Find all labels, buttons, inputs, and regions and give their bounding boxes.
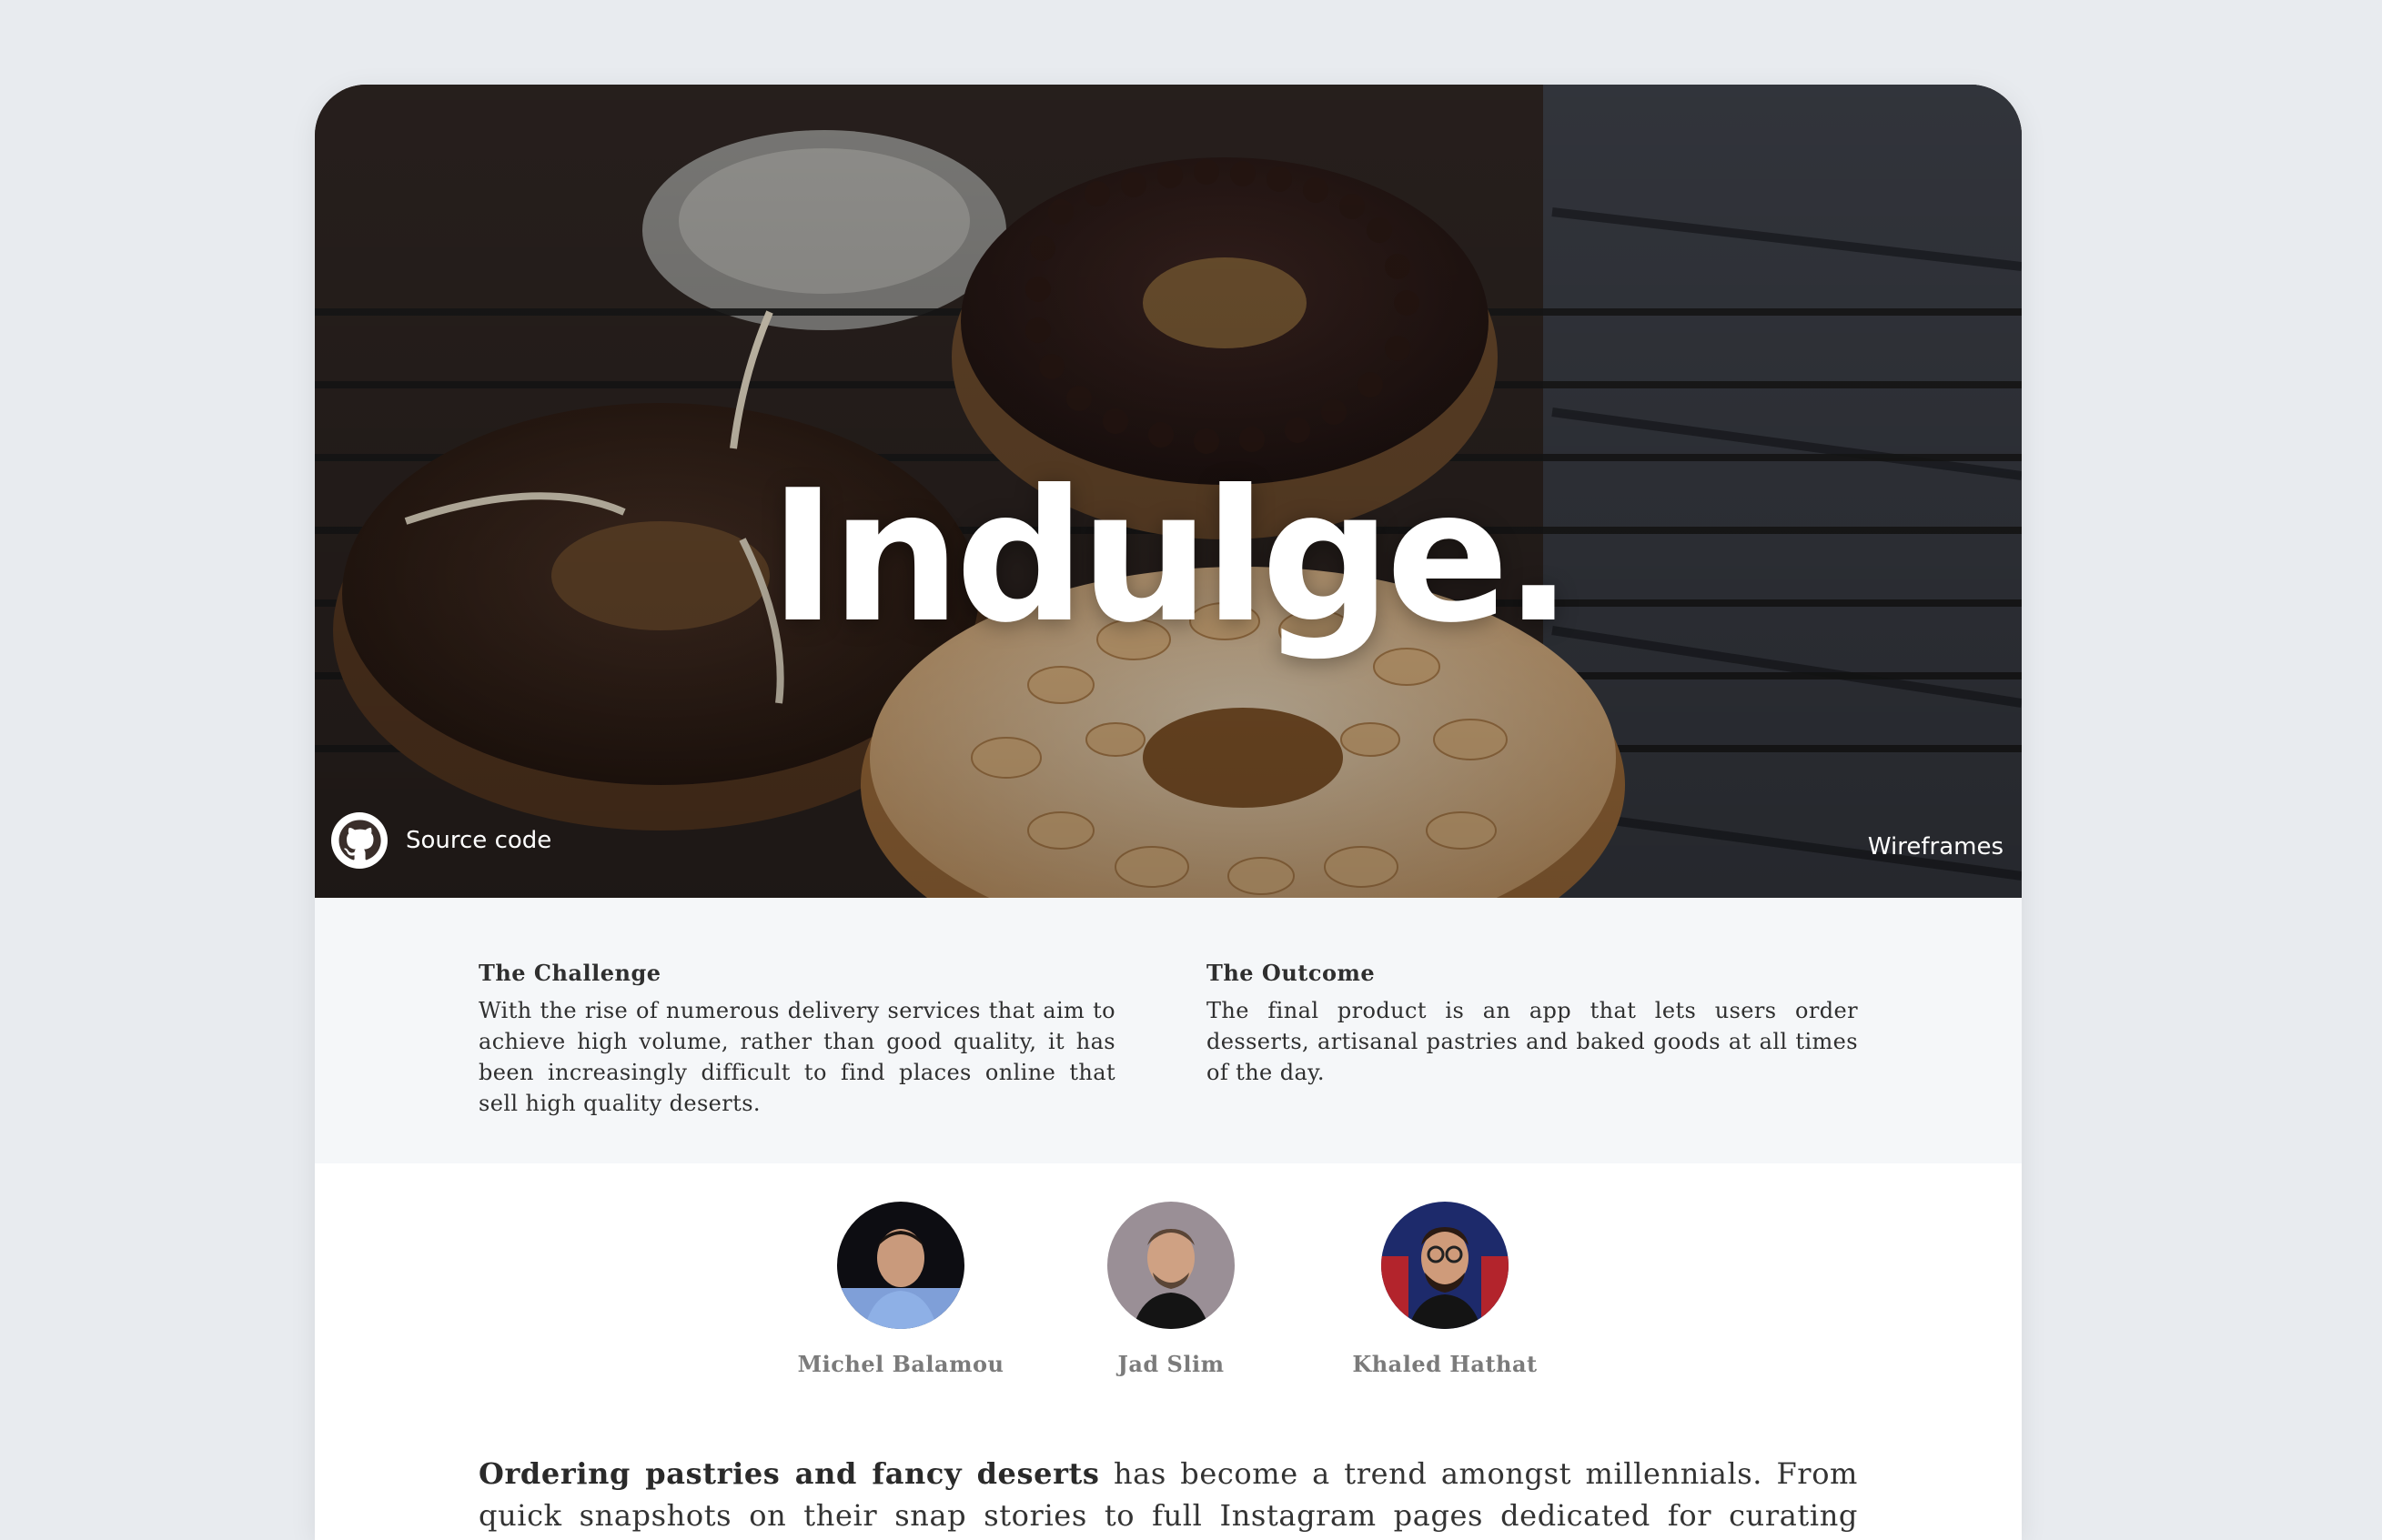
info-section: The Challenge With the rise of numerous … bbox=[315, 898, 2022, 1163]
avatar bbox=[1107, 1202, 1235, 1329]
source-code-link[interactable]: Source code bbox=[331, 812, 551, 869]
wireframes-link[interactable]: Wireframes bbox=[1868, 833, 2004, 861]
outcome-block: The Outcome The final product is an app … bbox=[1206, 960, 1858, 1088]
team-member: Jad Slim bbox=[1062, 1202, 1280, 1377]
member-name: Jad Slim bbox=[1117, 1351, 1225, 1377]
challenge-heading: The Challenge bbox=[479, 960, 661, 986]
avatar bbox=[837, 1202, 964, 1329]
team-section: Michel Balamou Jad Slim Khaled Hathat bbox=[315, 1163, 2022, 1391]
outcome-text: The final product is an app that lets us… bbox=[1206, 998, 1858, 1085]
intro-paragraph: Ordering pastries and fancy deserts has … bbox=[479, 1453, 1858, 1540]
challenge-text: With the rise of numerous delivery servi… bbox=[479, 998, 1115, 1116]
hero-banner: Indulge. Source code Wireframes bbox=[315, 85, 2022, 898]
outcome-heading: The Outcome bbox=[1206, 960, 1376, 986]
project-card: Indulge. Source code Wireframes The Chal… bbox=[315, 85, 2022, 1540]
hero-title: Indulge. bbox=[769, 451, 1573, 663]
member-name: Michel Balamou bbox=[797, 1351, 1004, 1377]
team-member: Michel Balamou bbox=[792, 1202, 1010, 1377]
member-name: Khaled Hathat bbox=[1352, 1351, 1538, 1377]
avatar bbox=[1381, 1202, 1509, 1329]
challenge-block: The Challenge With the rise of numerous … bbox=[479, 960, 1115, 1119]
github-icon bbox=[331, 812, 388, 869]
intro-lead: Ordering pastries and fancy deserts bbox=[479, 1456, 1100, 1491]
team-member: Khaled Hathat bbox=[1336, 1202, 1554, 1377]
source-code-label: Source code bbox=[406, 827, 552, 854]
